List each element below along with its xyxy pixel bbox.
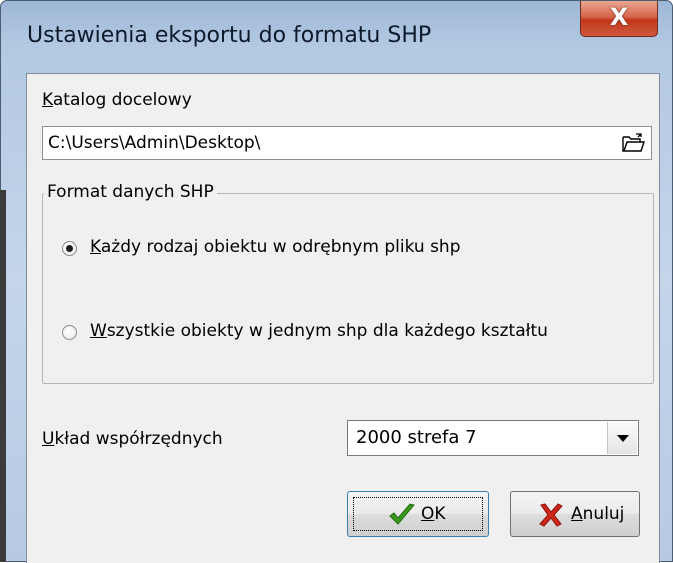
coords-select[interactable]: 2000 strefa 7 (347, 420, 639, 456)
dialog-client-area: Katalog docelowy C:\Users\Admin\Desktop\… (26, 73, 660, 563)
checkmark-icon (389, 503, 415, 525)
cancel-button-label: Anuluj (571, 504, 625, 524)
open-folder-icon[interactable] (621, 133, 645, 153)
cancel-button[interactable]: Anuluj (510, 491, 640, 537)
target-dir-input[interactable]: C:\Users\Admin\Desktop\ (42, 126, 652, 160)
coords-select-value: 2000 strefa 7 (356, 427, 477, 448)
background-strip (0, 190, 6, 562)
radio-circle[interactable] (62, 325, 77, 340)
title-bar[interactable]: Ustawienia eksportu do formatu SHP X (1, 1, 672, 73)
format-group-box (42, 193, 654, 384)
radio-label-all-objects: Wszystkie obiekty w jednym shp dla każde… (90, 321, 548, 341)
close-icon: X (609, 3, 629, 31)
close-button[interactable]: X (580, 1, 658, 37)
target-dir-label: Katalog docelowy (42, 90, 192, 110)
radio-label-each-type: Każdy rodzaj obiektu w odrębnym pliku sh… (90, 237, 461, 257)
radio-selected-dot (66, 245, 73, 252)
chevron-down-icon[interactable] (607, 422, 637, 454)
coords-label: Układ współrzędnych (42, 429, 223, 449)
focus-rectangle (353, 497, 483, 531)
x-icon (539, 503, 563, 527)
radio-circle[interactable] (62, 241, 77, 256)
window-title: Ustawienia eksportu do formatu SHP (27, 23, 432, 48)
target-dir-value: C:\Users\Admin\Desktop\ (48, 133, 261, 153)
format-group-legend: Format danych SHP (44, 182, 217, 202)
dialog-window: Ustawienia eksportu do formatu SHP X Kat… (0, 0, 673, 563)
ok-button[interactable]: OK (347, 491, 489, 537)
ok-button-label: OK (421, 504, 446, 524)
